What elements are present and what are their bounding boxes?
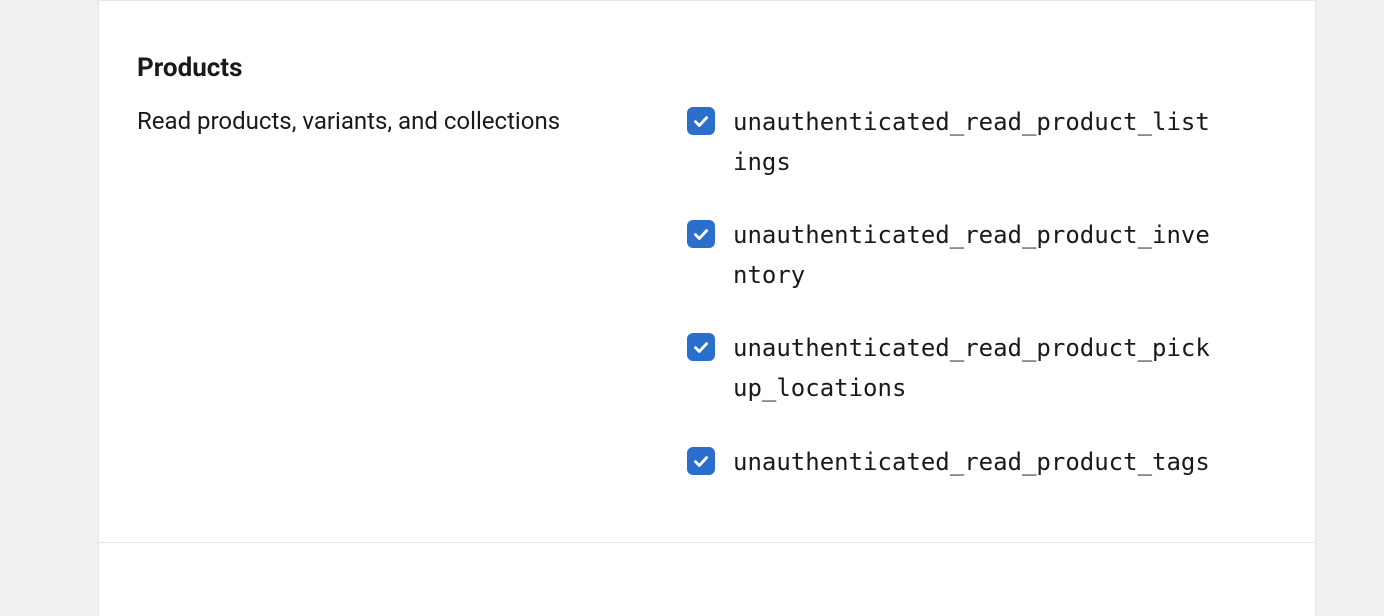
scope-item: unauthenticated_read_product_pickup_loca… — [687, 329, 1277, 408]
scope-label: unauthenticated_read_product_listings — [733, 103, 1223, 182]
scope-item: unauthenticated_read_product_tags — [687, 443, 1277, 483]
scope-item: unauthenticated_read_product_listings — [687, 103, 1277, 182]
scope-checkbox[interactable] — [687, 333, 715, 361]
section-row: Read products, variants, and collections… — [137, 103, 1277, 482]
scope-label: unauthenticated_read_product_tags — [733, 443, 1210, 483]
scope-item: unauthenticated_read_product_inventory — [687, 216, 1277, 295]
scopes-list: unauthenticated_read_product_listings un… — [687, 103, 1277, 482]
section-title: Products — [137, 53, 1277, 83]
products-section: Products Read products, variants, and co… — [99, 1, 1315, 543]
scope-label: unauthenticated_read_product_inventory — [733, 216, 1223, 295]
settings-panel: Products Read products, variants, and co… — [98, 0, 1316, 616]
section-description: Read products, variants, and collections — [137, 103, 647, 482]
scope-checkbox[interactable] — [687, 447, 715, 475]
scope-label: unauthenticated_read_product_pickup_loca… — [733, 329, 1223, 408]
scope-checkbox[interactable] — [687, 220, 715, 248]
scope-checkbox[interactable] — [687, 107, 715, 135]
